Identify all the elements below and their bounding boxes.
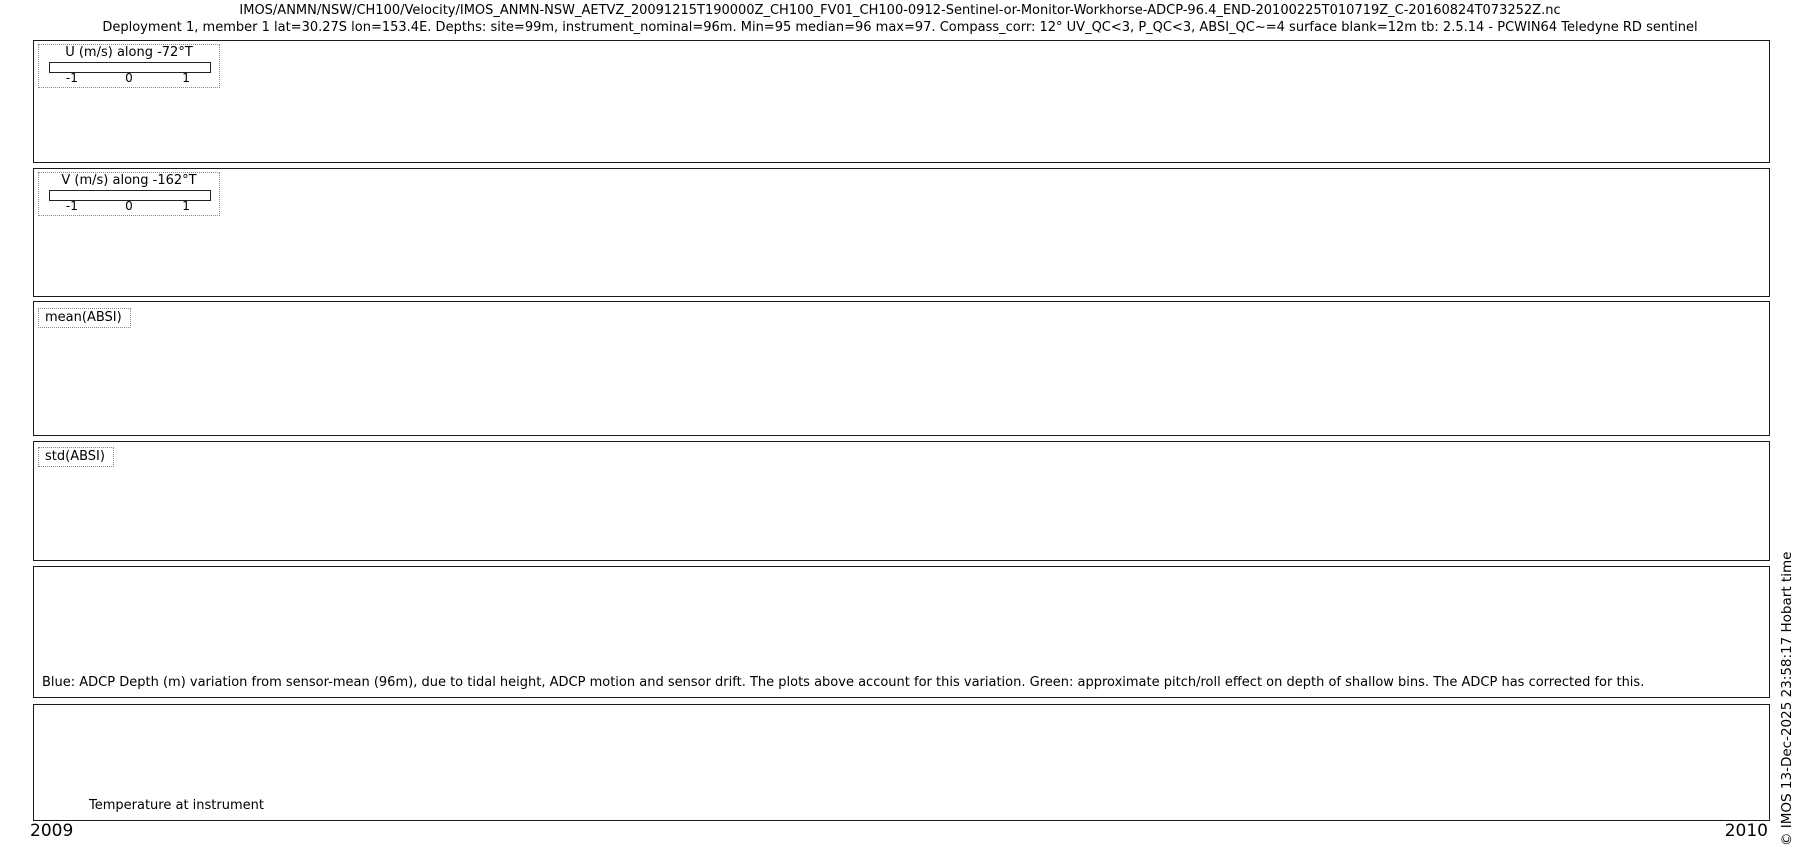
panel-u-velocity: U (m/s) along -72°T -1 0 1: [33, 40, 1770, 163]
watermark-copyright: © IMOS 13-Dec-2025 23:58:17 Hobart time: [1779, 552, 1795, 846]
v-colorbar-ticks: -1 0 1: [49, 199, 209, 213]
panel-depth-variation: Blue: ADCP Depth (m) variation from sens…: [33, 566, 1770, 698]
v-colorbar-tick-0: 0: [125, 199, 133, 213]
u-colorbar-ticks: -1 0 1: [49, 71, 209, 85]
panel-std-absi: std(ABSI): [33, 441, 1770, 561]
mean-absi-label: mean(ABSI): [38, 308, 131, 328]
x-axis-year-end: 2010: [1720, 821, 1768, 841]
figure: IMOS/ANMN/NSW/CH100/Velocity/IMOS_ANMN-N…: [0, 0, 1800, 850]
x-axis-year-start: 2009: [30, 821, 80, 841]
u-colorbar-title: U (m/s) along -72°T: [39, 45, 219, 60]
u-velocity-heatmap: [34, 41, 1769, 162]
v-colorbar-title: V (m/s) along -162°T: [39, 173, 219, 188]
v-velocity-heatmap: [34, 169, 1769, 296]
panel-temperature: Temperature at instrument: [33, 704, 1770, 821]
mean-absi-heatmap: [34, 302, 1769, 435]
u-colorbar-legend: U (m/s) along -72°T -1 0 1: [38, 44, 220, 88]
figure-title-line2: Deployment 1, member 1 lat=30.27S lon=15…: [0, 20, 1800, 35]
u-colorbar-tick-pos1: 1: [182, 71, 190, 85]
u-colorbar-tick-0: 0: [125, 71, 133, 85]
v-colorbar-tick-pos1: 1: [182, 199, 190, 213]
depth-variation-note: Blue: ADCP Depth (m) variation from sens…: [42, 675, 1644, 690]
v-colorbar-tick-neg1: -1: [66, 199, 78, 213]
panel-v-velocity: V (m/s) along -162°T -1 0 1: [33, 168, 1770, 297]
panel-mean-absi: mean(ABSI): [33, 301, 1770, 436]
figure-title-line1: IMOS/ANMN/NSW/CH100/Velocity/IMOS_ANMN-N…: [0, 3, 1800, 18]
std-absi-label: std(ABSI): [38, 447, 114, 467]
temperature-label: Temperature at instrument: [89, 798, 264, 813]
u-colorbar-tick-neg1: -1: [66, 71, 78, 85]
temperature-plot: [34, 705, 1769, 820]
x-axis-ticks: [33, 820, 1768, 829]
std-absi-heatmap: [34, 442, 1769, 560]
v-colorbar-legend: V (m/s) along -162°T -1 0 1: [38, 172, 220, 216]
